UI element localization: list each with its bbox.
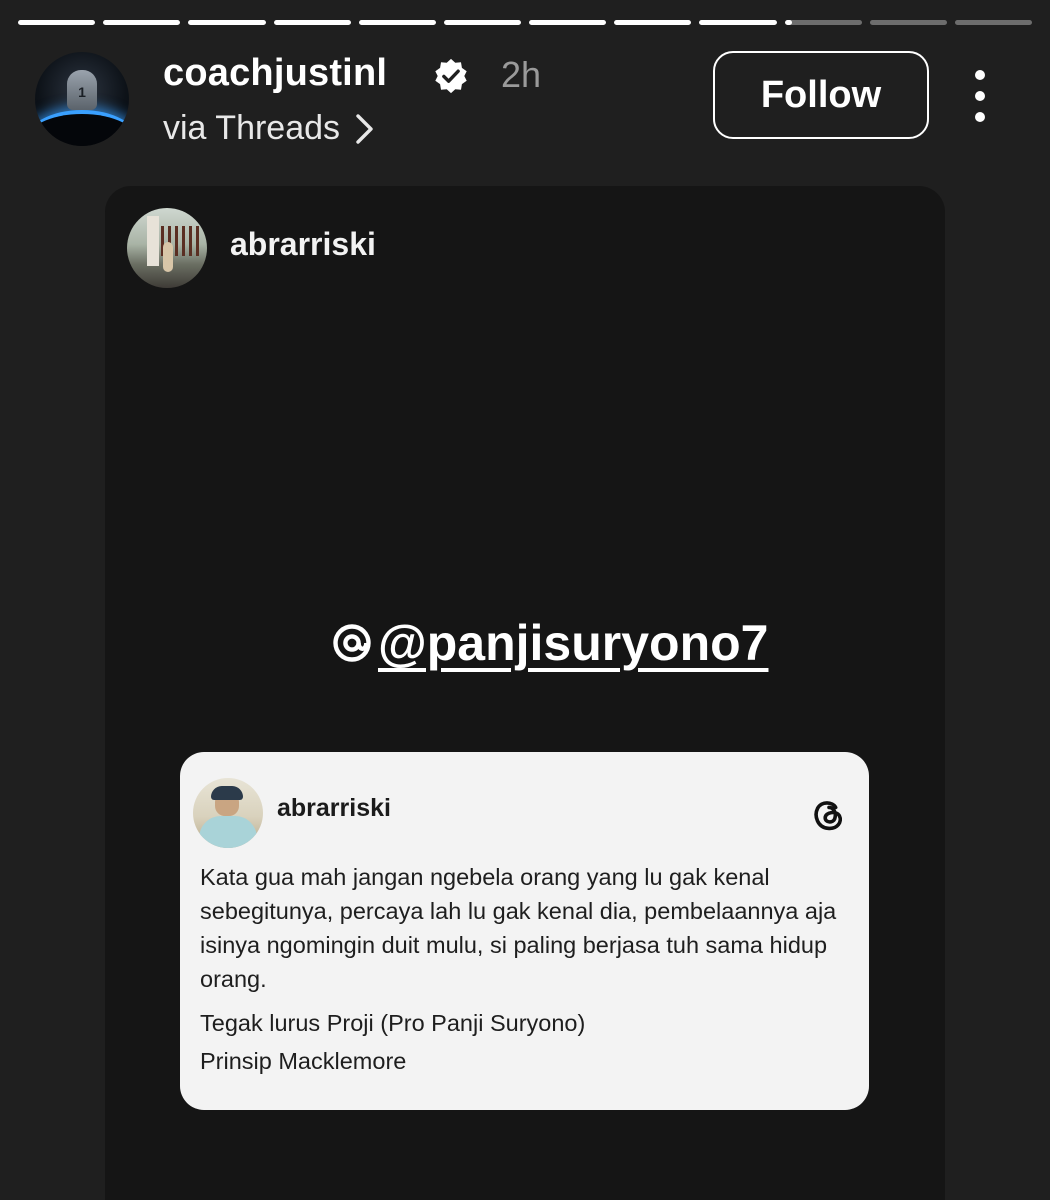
more-dot — [975, 91, 985, 101]
progress-fill — [358, 20, 436, 25]
story-username[interactable]: coachjustinl — [163, 52, 387, 95]
post-author-avatar[interactable] — [193, 778, 263, 848]
threads-logo-icon[interactable] — [810, 796, 848, 834]
progress-segment — [614, 20, 692, 25]
shared-author-avatar[interactable] — [127, 208, 207, 288]
follow-button[interactable]: Follow — [713, 51, 929, 139]
avatar-person — [163, 242, 173, 272]
shared-post-card[interactable]: abrarriski @panjisuryono7 abrarriski Kat… — [105, 186, 945, 1200]
post-body-text: Kata gua mah jangan ngebela orang yang l… — [200, 864, 837, 992]
avatar-pillar — [147, 216, 159, 266]
progress-segment — [358, 20, 436, 25]
progress-segment — [273, 20, 351, 25]
more-dot — [975, 112, 985, 122]
progress-segment — [784, 20, 862, 25]
progress-fill — [273, 20, 351, 25]
post-text-line: Tegak lurus Proji (Pro Panji Suryono) — [200, 1010, 586, 1036]
avatar-horizon — [35, 110, 129, 146]
avatar-body — [199, 816, 257, 848]
avatar-hat — [211, 786, 243, 800]
story-progress-bar — [18, 20, 1033, 26]
progress-segment — [869, 20, 947, 25]
progress-segment — [529, 20, 607, 25]
shared-author-username[interactable]: abrarriski — [230, 226, 376, 263]
progress-segment — [103, 20, 181, 25]
progress-segment — [443, 20, 522, 25]
threads-post[interactable]: abrarriski Kata gua mah jangan ngebela o… — [180, 752, 869, 1110]
story-viewer: 1 coachjustinl 2h via Threads Follow abr… — [0, 0, 1050, 1200]
via-threads-link[interactable]: via Threads — [163, 109, 376, 148]
progress-segment — [188, 20, 266, 25]
profile-avatar[interactable]: 1 — [35, 52, 129, 146]
verified-badge-icon — [435, 58, 467, 94]
progress-segment — [18, 20, 96, 25]
via-threads-label: via Threads — [163, 109, 341, 147]
progress-fill — [188, 20, 266, 25]
progress-segment — [954, 20, 1033, 25]
progress-fill — [614, 20, 692, 25]
post-text-line: Prinsip Macklemore — [200, 1048, 407, 1074]
post-time: 2h — [501, 54, 542, 95]
progress-fill — [103, 20, 181, 25]
post-author-username[interactable]: abrarriski — [277, 794, 391, 823]
progress-fill — [529, 20, 607, 25]
progress-fill — [18, 20, 96, 25]
progress-fill — [699, 20, 777, 25]
chevron-right-icon — [356, 113, 373, 144]
trophy-number: 1 — [78, 84, 86, 100]
more-dot — [975, 70, 985, 80]
progress-fill — [443, 20, 522, 25]
progress-fill — [784, 20, 793, 25]
trophy-icon: 1 — [67, 70, 97, 110]
progress-segment — [699, 20, 777, 25]
more-vertical-icon[interactable] — [958, 70, 1002, 122]
mention-text: @panjisuryono7 — [378, 615, 769, 671]
mention-link[interactable]: @panjisuryono7 — [330, 614, 768, 672]
threads-logo-icon — [333, 624, 371, 662]
